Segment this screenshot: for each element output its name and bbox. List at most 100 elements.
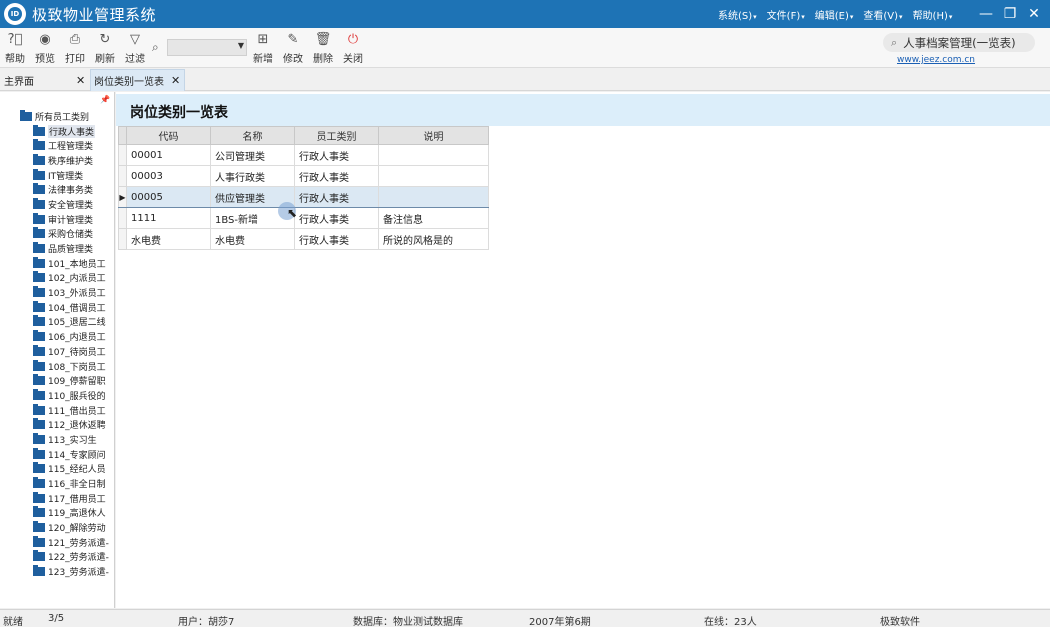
tree-item[interactable]: 111_借出员工 xyxy=(0,403,112,418)
tree-item[interactable]: 秩序维护类 xyxy=(0,153,112,168)
menu-file[interactable]: 文件(F) xyxy=(767,7,805,22)
tree-item[interactable]: 审计管理类 xyxy=(0,212,112,227)
column-header-description[interactable]: 说明 xyxy=(378,126,489,145)
tree-item[interactable]: 106_内退员工 xyxy=(0,329,112,344)
tree-item[interactable]: 112_退休返聘 xyxy=(0,417,112,432)
cell-employee-category[interactable]: 行政人事类 xyxy=(294,207,379,229)
print-button[interactable]: ⎙ 打印 xyxy=(60,32,90,65)
row-header[interactable] xyxy=(118,144,127,166)
tree-item[interactable]: 113_实习生 xyxy=(0,432,112,447)
website-link[interactable]: www.jeez.com.cn xyxy=(897,55,975,65)
minimize-button[interactable]: — xyxy=(976,6,996,22)
status-state: 就绪 xyxy=(3,617,23,627)
status-database: 数据库：物业测试数据库 xyxy=(353,617,463,627)
row-header[interactable] xyxy=(118,228,127,250)
menu-view[interactable]: 查看(V) xyxy=(863,7,902,22)
cell-description[interactable]: 备注信息 xyxy=(378,207,489,229)
tree-item[interactable]: 工程管理类 xyxy=(0,138,112,153)
folder-icon xyxy=(33,403,45,415)
table-row[interactable]: 水电费 水电费 行政人事类 所说的风格是的 xyxy=(118,228,489,250)
cell-description[interactable]: 所说的风格是的 xyxy=(378,228,489,250)
add-button[interactable]: ⊞ 新增 xyxy=(248,32,278,65)
cell-code[interactable]: 00001 xyxy=(126,144,211,166)
cell-employee-category[interactable]: 行政人事类 xyxy=(294,186,379,208)
cell-description[interactable] xyxy=(378,165,489,187)
folder-icon xyxy=(33,183,45,195)
tree-item[interactable]: 110_服兵役的 xyxy=(0,388,112,403)
tree-item-label: 安全管理类 xyxy=(48,200,94,211)
tree-item[interactable]: 102_内派员工 xyxy=(0,271,112,286)
close-window-button[interactable]: ✕ xyxy=(1024,6,1044,22)
module-search-box[interactable]: ⌕ 人事档案管理(一览表) xyxy=(883,33,1035,52)
tree-item[interactable]: 116_非全日制 xyxy=(0,476,112,491)
column-header-employee-category[interactable]: 员工类别 xyxy=(294,126,379,145)
cell-code[interactable]: 00003 xyxy=(126,165,211,187)
edit-button[interactable]: ✎ 修改 xyxy=(278,32,308,65)
row-header[interactable]: ▶ xyxy=(118,186,127,208)
table-row[interactable]: 00003 人事行政类 行政人事类 xyxy=(118,165,489,187)
tree-item[interactable]: 119_高退休人 xyxy=(0,506,112,521)
tree-item[interactable]: 安全管理类 xyxy=(0,197,112,212)
table-row[interactable]: ▶ 00005 供应管理类 行政人事类 xyxy=(118,186,489,208)
cell-code[interactable]: 1111 xyxy=(126,207,211,229)
cell-code[interactable]: 00005 xyxy=(126,186,211,208)
delete-button[interactable]: 🗑 删除 xyxy=(308,32,338,65)
category-tree-panel: 📌 所有员工类别 行政人事类 工程管理类 秩序维护类 IT管理类 法律事务类安全管理类审… xyxy=(0,92,115,608)
tree-item[interactable]: 122_劳务派遣- xyxy=(0,550,112,565)
cell-description[interactable] xyxy=(378,186,489,208)
cell-description[interactable] xyxy=(378,144,489,166)
tree-item[interactable]: 103_外派员工 xyxy=(0,285,112,300)
cell-employee-category[interactable]: 行政人事类 xyxy=(294,228,379,250)
menu-edit[interactable]: 编辑(E) xyxy=(815,7,854,22)
tab-position-category[interactable]: 岗位类别一览表 ✕ xyxy=(90,69,185,91)
row-header[interactable] xyxy=(118,165,127,187)
row-header[interactable] xyxy=(118,207,127,229)
tree-item[interactable]: 109_停薪留职 xyxy=(0,373,112,388)
tree-item[interactable]: 品质管理类 xyxy=(0,241,112,256)
tree-item-label: 行政人事类 xyxy=(48,124,96,138)
tree-item[interactable]: 114_专家顾问 xyxy=(0,447,112,462)
cell-code[interactable]: 水电费 xyxy=(126,228,211,250)
tree-root[interactable]: 所有员工类别 xyxy=(0,109,112,124)
filter-button[interactable]: ▽ 过滤 xyxy=(120,32,150,65)
folder-icon xyxy=(33,477,45,489)
preview-button[interactable]: ◉ 预览 xyxy=(30,32,60,65)
tree-item[interactable]: 采购仓储类 xyxy=(0,227,112,242)
help-button[interactable]: ?⃝ 帮助 xyxy=(0,32,30,65)
menu-system[interactable]: 系统(S) xyxy=(718,7,757,22)
chevron-down-icon[interactable]: ▼ xyxy=(238,41,244,50)
tree-item[interactable]: 107_待岗员工 xyxy=(0,344,112,359)
tree-item[interactable]: IT管理类 xyxy=(0,168,112,183)
column-header-name[interactable]: 名称 xyxy=(210,126,295,145)
restore-button[interactable]: ❐ xyxy=(1000,6,1020,22)
search-combo[interactable]: ▼ xyxy=(167,39,247,56)
cell-name[interactable]: 人事行政类 xyxy=(210,165,295,187)
folder-icon xyxy=(33,271,45,283)
tree-item[interactable]: 123_劳务派遣- xyxy=(0,564,112,579)
tree-item[interactable]: 108_下岗员工 xyxy=(0,359,112,374)
tree-item[interactable]: 115_经纪人员 xyxy=(0,462,112,477)
tree-item[interactable]: 117_借用员工 xyxy=(0,491,112,506)
table-row[interactable]: 00001 公司管理类 行政人事类 xyxy=(118,144,489,166)
tree-item[interactable]: 120_解除劳动 xyxy=(0,520,112,535)
tree-item[interactable]: 行政人事类 xyxy=(0,124,112,139)
title-bar: ID 极致物业管理系统 系统(S) 文件(F) 编辑(E) 查看(V) 帮助(H… xyxy=(0,0,1050,28)
pin-icon[interactable]: 📌 xyxy=(100,95,110,104)
menu-help[interactable]: 帮助(H) xyxy=(913,7,953,22)
tab-main[interactable]: 主界面 ✕ xyxy=(0,69,90,91)
cell-employee-category[interactable]: 行政人事类 xyxy=(294,165,379,187)
cell-name[interactable]: 公司管理类 xyxy=(210,144,295,166)
refresh-button[interactable]: ↻ 刷新 xyxy=(90,32,120,65)
close-button[interactable]: ⏻ 关闭 xyxy=(338,32,368,65)
cell-name[interactable]: 水电费 xyxy=(210,228,295,250)
table-row[interactable]: 1111 1BS-新增 行政人事类 备注信息 xyxy=(118,207,489,229)
close-icon[interactable]: ✕ xyxy=(171,74,180,87)
tree-item[interactable]: 121_劳务派遣- xyxy=(0,535,112,550)
column-header-code[interactable]: 代码 xyxy=(126,126,211,145)
tree-item[interactable]: 104_借调员工 xyxy=(0,300,112,315)
tree-item[interactable]: 101_本地员工 xyxy=(0,256,112,271)
cell-employee-category[interactable]: 行政人事类 xyxy=(294,144,379,166)
tree-item[interactable]: 105_退居二线 xyxy=(0,315,112,330)
tree-item[interactable]: 法律事务类 xyxy=(0,182,112,197)
close-icon[interactable]: ✕ xyxy=(76,74,85,87)
